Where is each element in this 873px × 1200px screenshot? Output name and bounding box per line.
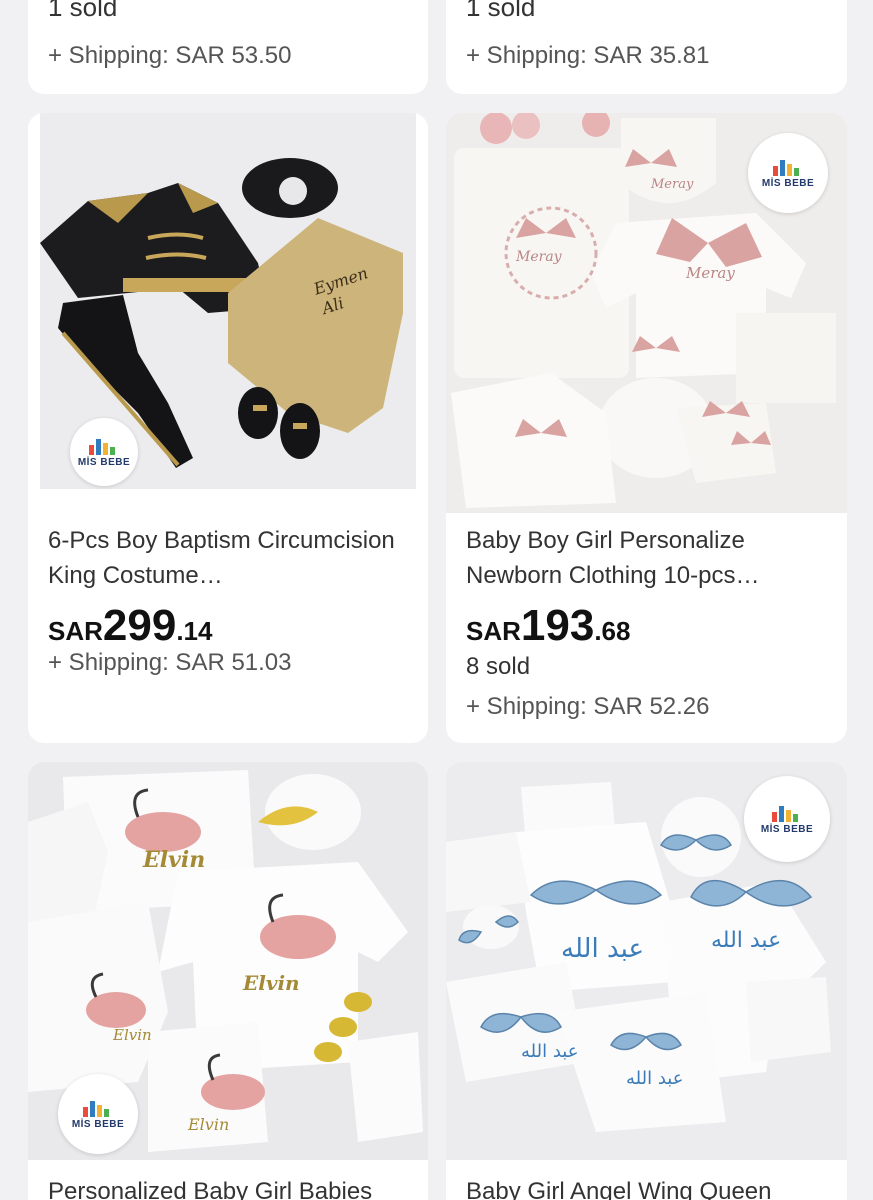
- product-card[interactable]: Eymen Ali MİS BEBE 6-Pcs Boy Baptism Cir…: [28, 113, 428, 743]
- price-integer: 193: [520, 601, 595, 650]
- product-image[interactable]: Elvin Elvin Elvin Elvin MİS BEBE: [28, 762, 428, 1160]
- castle-icon: [773, 158, 803, 176]
- product-card[interactable]: 1 sold + Shipping: SAR 35.81: [446, 0, 847, 94]
- embroidered-name: Meray: [515, 249, 563, 265]
- product-image[interactable]: Eymen Ali MİS BEBE: [28, 113, 428, 513]
- logo-text: MİS BEBE: [760, 823, 814, 835]
- embroidered-name: عبد الله: [626, 1068, 683, 1089]
- brand-logo: MİS BEBE: [70, 418, 138, 486]
- logo-text: MİS BEBE: [77, 456, 131, 468]
- shipping-price: + Shipping: SAR 52.26: [466, 693, 710, 720]
- product-image[interactable]: Meray Meray Meray MİS BEBE: [446, 113, 847, 513]
- brand-logo: MİS BEBE: [58, 1074, 138, 1154]
- brand-logo: MİS BEBE: [748, 133, 828, 213]
- sold-count: 8 sold: [466, 653, 531, 680]
- sold-count: 1 sold: [466, 0, 536, 22]
- embroidered-name: Elvin: [187, 1115, 229, 1134]
- price-currency: SAR: [466, 616, 521, 646]
- product-card[interactable]: Meray Meray Meray MİS BEBE Baby Boy Girl…: [446, 113, 847, 743]
- price-integer: 299: [102, 601, 177, 650]
- product-title[interactable]: 6-Pcs Boy Baptism Circumcision King Cost…: [48, 523, 410, 593]
- brand-logo: MİS BEBE: [744, 776, 830, 862]
- shipping-price: + Shipping: SAR 35.81: [466, 42, 710, 69]
- embroidered-name: عبد الله: [561, 934, 644, 964]
- product-image[interactable]: عبد الله عبد الله عبد الله عبد الله MİS …: [446, 762, 847, 1160]
- product-title[interactable]: Baby Boy Girl Personalize Newborn Clothi…: [466, 523, 829, 593]
- product-price: SAR193.68: [466, 601, 630, 651]
- logo-text: MİS BEBE: [71, 1118, 125, 1130]
- shipping-price: + Shipping: SAR 53.50: [48, 42, 292, 69]
- castle-icon: [83, 1099, 113, 1117]
- price-currency: SAR: [48, 616, 103, 646]
- embroidered-name: Elvin: [142, 847, 205, 873]
- castle-icon: [89, 437, 119, 455]
- castle-icon: [772, 804, 802, 822]
- product-price: SAR299.14: [48, 601, 212, 651]
- product-card[interactable]: 1 sold + Shipping: SAR 53.50: [28, 0, 428, 94]
- shipping-price: + Shipping: SAR 51.03: [48, 649, 292, 676]
- sold-count: 1 sold: [48, 0, 118, 22]
- logo-text: MİS BEBE: [761, 177, 815, 189]
- price-decimal: .68: [594, 616, 631, 646]
- product-title[interactable]: Personalized Baby Girl Babies: [48, 1174, 410, 1200]
- product-card[interactable]: Elvin Elvin Elvin Elvin MİS BEBE Persona…: [28, 762, 428, 1200]
- product-title[interactable]: Baby Girl Angel Wing Queen: [466, 1174, 829, 1200]
- embroidered-name: Elvin: [112, 1026, 152, 1044]
- embroidered-name: عبد الله: [521, 1041, 578, 1062]
- embroidered-name: Elvin: [242, 971, 300, 995]
- price-decimal: .14: [176, 616, 213, 646]
- product-card[interactable]: عبد الله عبد الله عبد الله عبد الله MİS …: [446, 762, 847, 1200]
- embroidered-name: Meray: [650, 177, 694, 192]
- embroidered-name: Meray: [685, 264, 735, 282]
- embroidered-name: عبد الله: [711, 928, 781, 953]
